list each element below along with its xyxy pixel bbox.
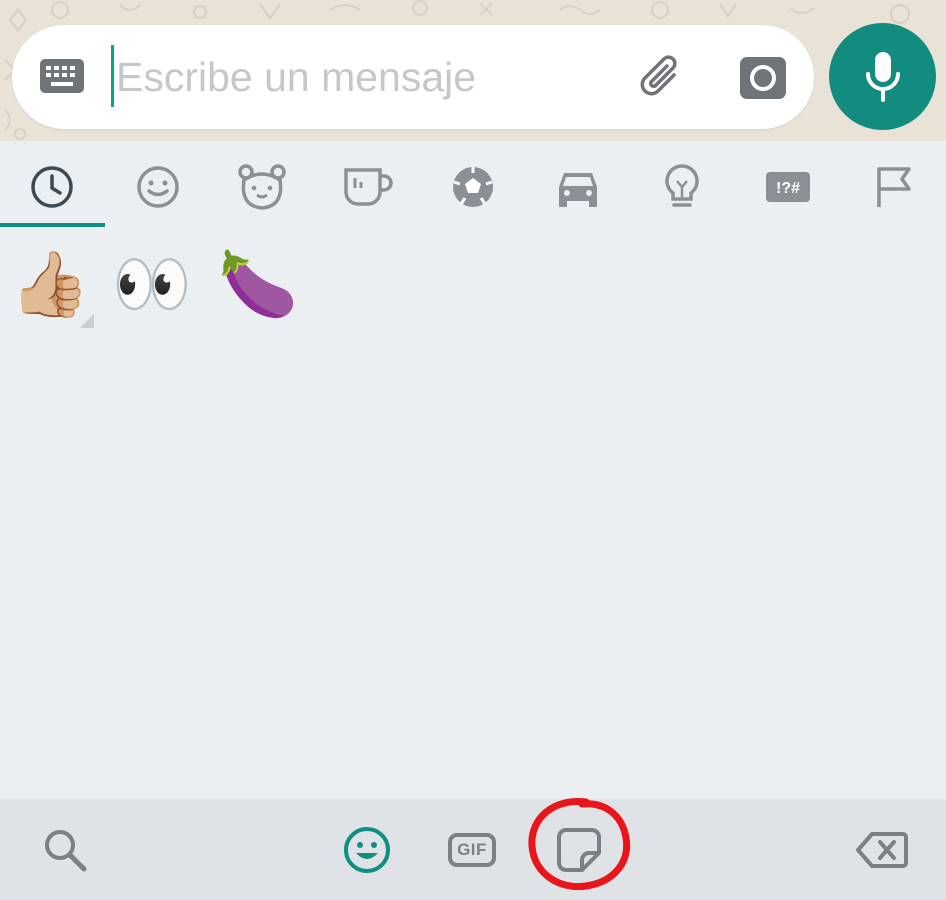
backspace-icon[interactable]: [854, 821, 910, 879]
selected-category-indicator: [0, 223, 105, 227]
emoji-eyes[interactable]: 👀: [104, 236, 200, 332]
microphone-button[interactable]: [829, 23, 936, 130]
symbols-icon[interactable]: !?#: [758, 159, 818, 215]
recent-emoji-grid: 👍🏼 👀 🍆: [0, 236, 946, 336]
emoji-thumbs-up[interactable]: 👍🏼: [2, 236, 98, 332]
skin-tone-variant-indicator: [80, 314, 94, 328]
gif-tab-button[interactable]: GIF: [444, 821, 500, 879]
paperclip-icon[interactable]: [634, 51, 688, 105]
emoji-bottom-bar: GIF: [0, 799, 946, 900]
clock-icon[interactable]: [22, 159, 82, 215]
keyboard-icon[interactable]: [40, 59, 84, 95]
svg-text:!?#: !?#: [776, 180, 800, 197]
text-cursor: [111, 45, 114, 107]
search-icon[interactable]: [38, 821, 92, 879]
microphone-icon: [865, 51, 900, 102]
cup-icon[interactable]: [338, 159, 398, 215]
message-input[interactable]: [116, 51, 586, 103]
soccer-ball-icon[interactable]: [443, 159, 503, 215]
sticker-icon: [557, 828, 601, 872]
car-icon[interactable]: [548, 159, 608, 215]
lightbulb-icon[interactable]: [652, 159, 712, 215]
bear-icon[interactable]: [232, 159, 292, 215]
emoji-eggplant[interactable]: 🍆: [210, 236, 306, 332]
smiley-icon[interactable]: [128, 159, 188, 215]
camera-icon[interactable]: [738, 55, 788, 101]
flag-icon[interactable]: [864, 159, 924, 215]
sticker-tab-button[interactable]: [552, 821, 606, 879]
emoji-category-bar: !?#: [0, 141, 946, 227]
emoji-panel: !?# 👍🏼 👀 🍆: [0, 141, 946, 799]
message-composer: [12, 25, 814, 129]
gif-label: GIF: [448, 833, 496, 867]
emoji-tab-button[interactable]: [338, 821, 396, 879]
smiley-icon: [344, 827, 390, 873]
